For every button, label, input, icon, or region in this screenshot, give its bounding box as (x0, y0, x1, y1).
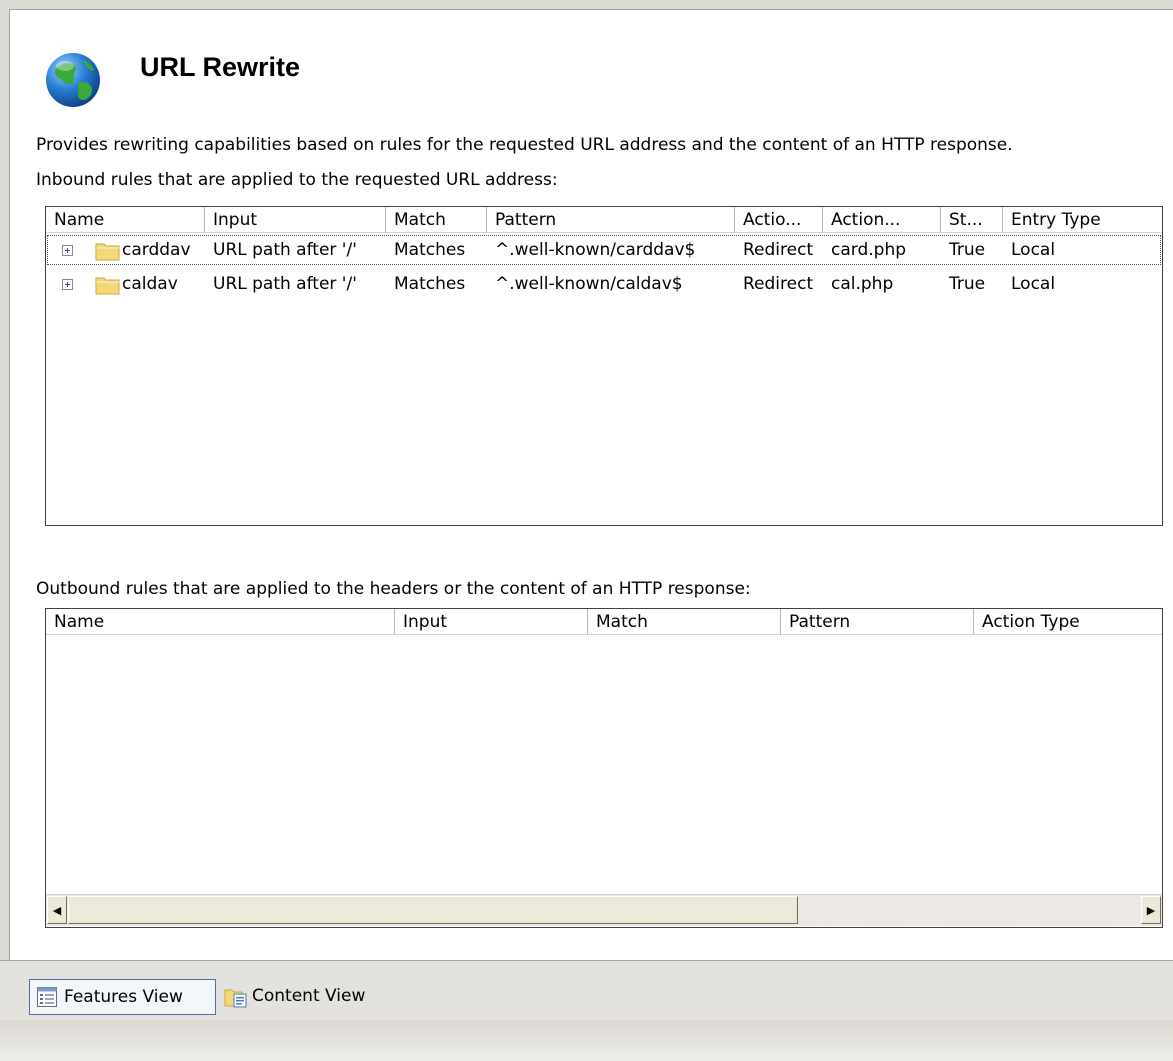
col-header-input[interactable]: Input (395, 609, 588, 635)
col-header-action-url[interactable]: Action... (823, 207, 941, 233)
rule-entry-type: Local (1011, 240, 1056, 260)
expand-icon[interactable] (62, 279, 73, 290)
window-frame-top (0, 0, 1173, 9)
rule-pattern: ^.well-known/caldav$ (495, 274, 683, 294)
rule-row-carddav[interactable]: carddav URL path after '/' Matches ^.wel… (46, 234, 1162, 266)
rule-status: True (949, 240, 986, 260)
rule-entry-type: Local (1011, 274, 1056, 294)
col-header-status[interactable]: St... (941, 207, 1003, 233)
content-view-label: Content View (252, 986, 366, 1006)
outbound-rules-list[interactable]: Name Input Match Pattern Action Type (45, 608, 1163, 928)
col-header-entry-type[interactable]: Entry Type (1003, 207, 1162, 233)
rule-row-caldav[interactable]: caldav URL path after '/' Matches ^.well… (46, 268, 1162, 300)
col-header-name[interactable]: Name (46, 609, 395, 635)
feature-description: Provides rewriting capabilities based on… (36, 135, 1013, 155)
col-header-action-type[interactable]: Action Type (974, 609, 1162, 635)
status-strip (0, 1020, 1173, 1061)
globe-icon (46, 53, 100, 107)
rule-pattern: ^.well-known/carddav$ (495, 240, 696, 260)
page-title: URL Rewrite (140, 52, 301, 82)
rule-input: URL path after '/' (213, 274, 357, 294)
arrow-left-icon: ◀ (52, 903, 62, 917)
features-view-button[interactable]: Features View (29, 979, 216, 1015)
rule-action-type: Redirect (743, 240, 814, 260)
col-header-action-type[interactable]: Actio... (735, 207, 823, 233)
content-view-button[interactable]: Content View (218, 979, 398, 1015)
col-header-pattern[interactable]: Pattern (487, 207, 735, 233)
inbound-header: Name Input Match Pattern Actio... Action… (46, 207, 1162, 233)
rule-action-type: Redirect (743, 274, 814, 294)
col-header-input[interactable]: Input (205, 207, 386, 233)
rule-input: URL path after '/' (213, 240, 357, 260)
rule-status: True (949, 274, 986, 294)
folder-icon (95, 277, 120, 295)
rule-action-url: card.php (831, 240, 907, 260)
expand-icon[interactable] (62, 245, 73, 256)
scroll-left-button[interactable]: ◀ (47, 896, 67, 924)
rule-match: Matches (394, 240, 466, 260)
scroll-right-button[interactable]: ▶ (1141, 896, 1161, 924)
outbound-header: Name Input Match Pattern Action Type (46, 609, 1162, 635)
features-view-icon (37, 987, 57, 1007)
folder-icon (95, 243, 120, 261)
scroll-thumb[interactable] (68, 896, 798, 924)
rule-action-url: cal.php (831, 274, 894, 294)
col-header-name[interactable]: Name (46, 207, 205, 233)
window-frame-left (0, 0, 9, 960)
horizontal-scrollbar[interactable]: ◀ ▶ (46, 894, 1162, 926)
col-header-pattern[interactable]: Pattern (781, 609, 974, 635)
content-view-icon (224, 989, 247, 1008)
arrow-right-icon: ▶ (1146, 903, 1156, 917)
col-header-match[interactable]: Match (588, 609, 781, 635)
rule-name: caldav (122, 274, 178, 294)
features-view-label: Features View (64, 987, 183, 1007)
col-header-match[interactable]: Match (386, 207, 487, 233)
inbound-rules-label: Inbound rules that are applied to the re… (36, 170, 558, 190)
rule-name: carddav (122, 240, 191, 260)
rule-match: Matches (394, 274, 466, 294)
view-switcher-bar: Features View Content View (0, 960, 1173, 1061)
inbound-rules-list[interactable]: Name Input Match Pattern Actio... Action… (45, 206, 1163, 526)
outbound-rules-label: Outbound rules that are applied to the h… (36, 579, 751, 599)
